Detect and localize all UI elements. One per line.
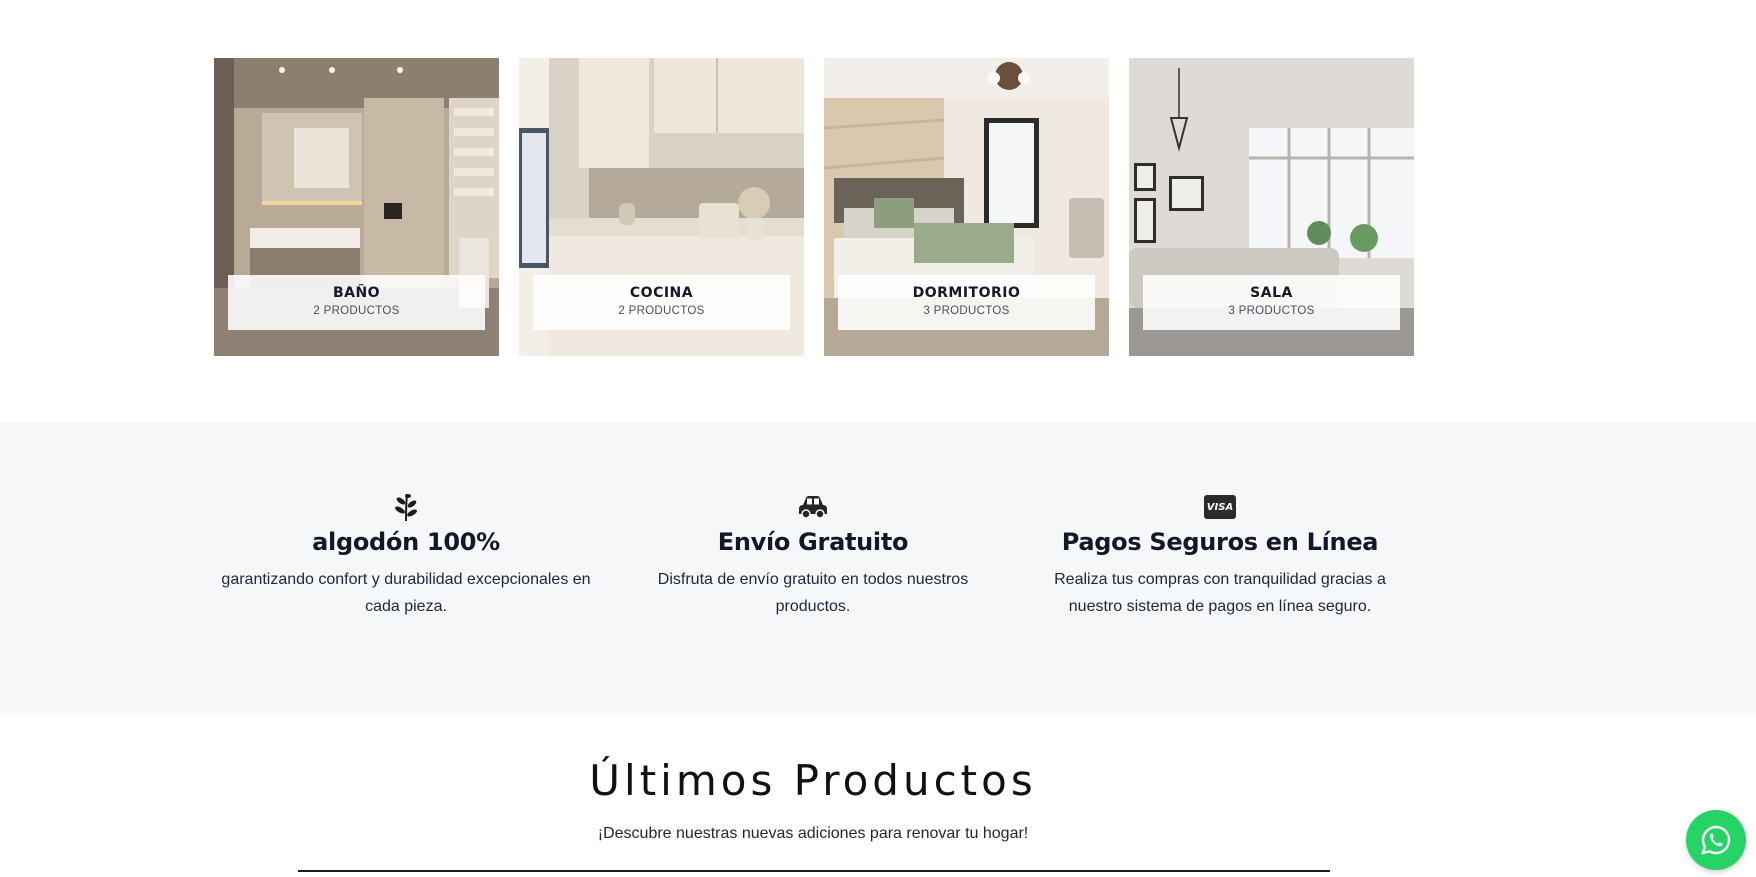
feature-title: algodón 100% xyxy=(312,528,500,556)
category-name: BAÑO xyxy=(332,285,381,301)
category-card-bano[interactable]: BAÑO 2 PRODUCTOS xyxy=(214,58,499,356)
category-label: COCINA 2 PRODUCTOS xyxy=(533,275,790,330)
category-name: COCINA xyxy=(629,285,694,301)
feature-text: Disfruta de envío gratuito en todos nues… xyxy=(657,571,969,615)
category-name: SALA xyxy=(1250,285,1293,301)
category-label: DORMITORIO 3 PRODUCTOS xyxy=(838,275,1095,330)
feature-text: Realiza tus compras con tranquilidad gra… xyxy=(1054,571,1386,615)
feature-title: Envío Gratuito xyxy=(717,528,909,556)
category-grid: BAÑO 2 PRODUCTOS COCINA 2 PRODUCTOS DORM… xyxy=(214,58,1414,356)
features-section: algodón 100% garantizando confort y dura… xyxy=(0,422,1756,713)
category-name: DORMITORIO xyxy=(912,285,1021,301)
section-divider xyxy=(298,870,1330,872)
category-count: 2 PRODUCTOS xyxy=(313,305,400,317)
category-card-cocina[interactable]: COCINA 2 PRODUCTOS xyxy=(519,58,804,356)
visa-card-icon: VISA xyxy=(1204,495,1236,519)
category-card-sala[interactable]: SALA 3 PRODUCTOS xyxy=(1129,58,1414,356)
latest-products-subtitle: ¡Descubre nuestras nuevas adiciones para… xyxy=(597,825,1029,842)
whatsapp-button[interactable] xyxy=(1686,810,1746,870)
feature-shipping: Envío Gratuito Disfruta de envío gratuit… xyxy=(628,492,998,620)
car-icon xyxy=(799,496,827,519)
feature-text: garantizando confort y durabilidad excep… xyxy=(221,571,591,615)
category-label: BAÑO 2 PRODUCTOS xyxy=(228,275,485,330)
feature-payments: VISA Pagos Seguros en Línea Realiza tus … xyxy=(1035,492,1405,620)
leaf-icon xyxy=(395,493,417,522)
feature-cotton: algodón 100% garantizando confort y dura… xyxy=(221,492,591,620)
whatsapp-icon xyxy=(1701,825,1731,855)
category-count: 3 PRODUCTOS xyxy=(923,305,1010,317)
feature-title: Pagos Seguros en Línea xyxy=(1061,528,1379,556)
category-label: SALA 3 PRODUCTOS xyxy=(1143,275,1400,330)
latest-products-title: Últimos Productos xyxy=(589,756,1037,805)
category-count: 2 PRODUCTOS xyxy=(618,305,705,317)
category-card-dormitorio[interactable]: DORMITORIO 3 PRODUCTOS xyxy=(824,58,1109,356)
category-count: 3 PRODUCTOS xyxy=(1228,305,1315,317)
